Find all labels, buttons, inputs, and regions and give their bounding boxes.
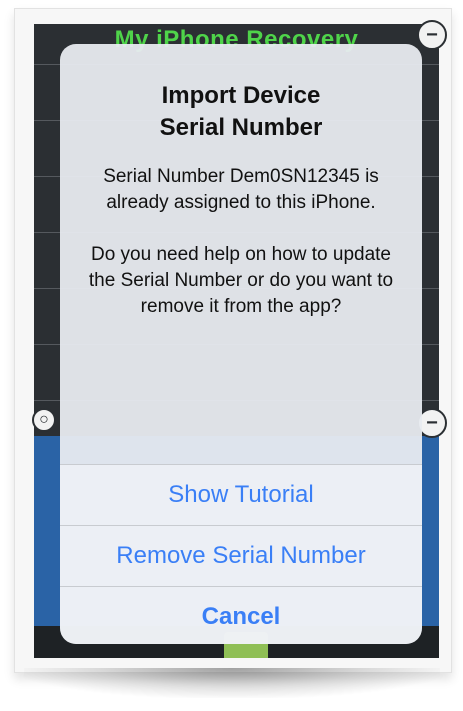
- alert-body: Import Device Serial Number Serial Numbe…: [60, 44, 422, 464]
- alert-title-line: Serial Number: [159, 114, 323, 141]
- alert-message-paragraph: Do you need help on how to update the Se…: [88, 244, 394, 317]
- minus-circle-icon[interactable]: −: [417, 20, 447, 50]
- settings-circle-icon[interactable]: ○: [32, 408, 56, 432]
- show-tutorial-button[interactable]: Show Tutorial: [60, 464, 422, 525]
- alert-message: Serial Number Dem0SN12345 is already ass…: [78, 164, 404, 320]
- remove-serial-number-button[interactable]: Remove Serial Number: [60, 525, 422, 586]
- alert-message-paragraph: Serial Number Dem0SN12345 is already ass…: [103, 166, 379, 213]
- frame-shadow: [24, 668, 440, 698]
- alert-title-line: Import Device: [161, 82, 321, 109]
- alert-dialog: Import Device Serial Number Serial Numbe…: [60, 44, 422, 644]
- cancel-button[interactable]: Cancel: [60, 586, 422, 644]
- alert-title: Import Device Serial Number: [78, 80, 404, 144]
